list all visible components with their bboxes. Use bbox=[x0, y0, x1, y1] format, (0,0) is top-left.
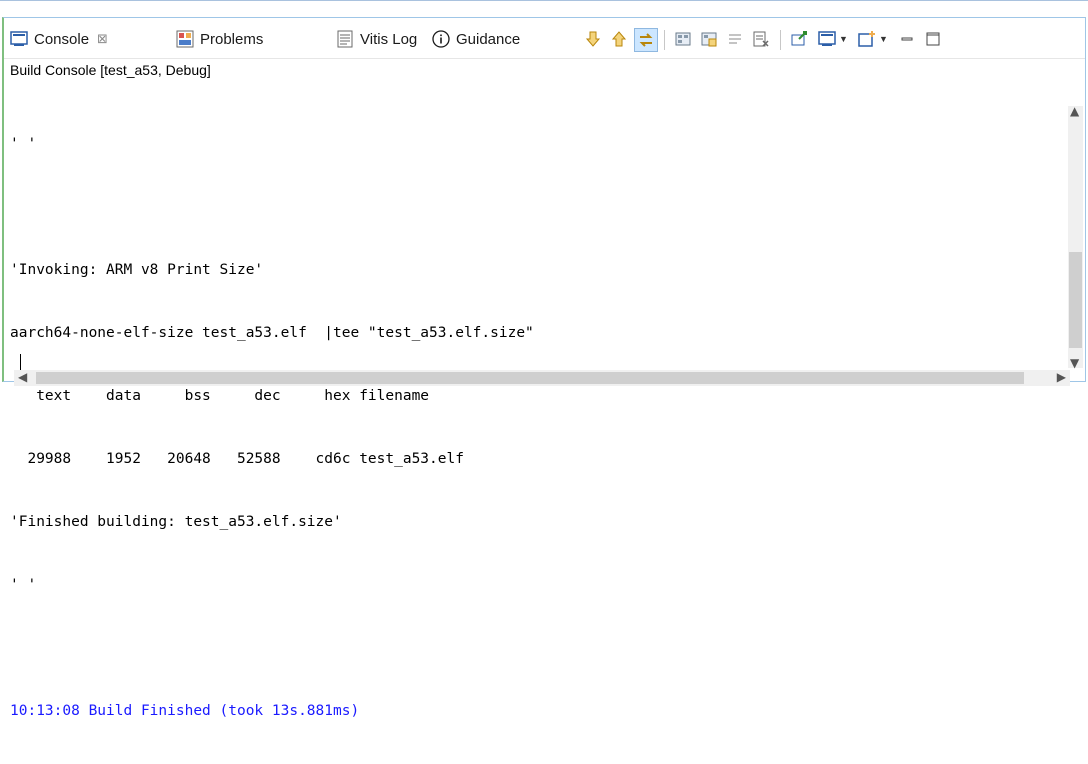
toolbar-separator bbox=[664, 30, 665, 50]
remove-icon[interactable] bbox=[750, 28, 772, 50]
eclipse-console-window: Console ⊠ Problems Vitis Log Guidance ▼ … bbox=[0, 0, 1088, 719]
tab-vitis-log-label: Vitis Log bbox=[360, 30, 418, 48]
maximize-icon[interactable] bbox=[922, 28, 944, 50]
scroll-down-arrow-icon[interactable]: ▼ bbox=[1070, 356, 1079, 370]
console-line: 'Finished building: test_a53.elf.size' bbox=[10, 514, 342, 530]
tab-guidance[interactable]: Guidance bbox=[432, 26, 520, 52]
tab-guidance-label: Guidance bbox=[456, 30, 521, 48]
problems-icon bbox=[176, 30, 194, 48]
console-view: Console ⊠ Problems Vitis Log Guidance ▼ … bbox=[2, 17, 1086, 719]
view-tab-bar: Console ⊠ Problems Vitis Log Guidance ▼ … bbox=[4, 18, 1085, 59]
console-line: text data bss dec hex filename bbox=[10, 388, 430, 404]
vertical-scrollbar[interactable]: ▲ ▼ bbox=[1068, 104, 1083, 370]
lock-icon[interactable] bbox=[698, 28, 720, 50]
chevron-down-icon: ▼ bbox=[879, 34, 888, 44]
minimize-icon[interactable] bbox=[896, 28, 918, 50]
tab-console[interactable]: Console ⊠ bbox=[10, 26, 108, 52]
new-console-icon[interactable]: ▼ bbox=[856, 28, 890, 50]
build-finished-line: 10:13:08 Build Finished (took 13s.881ms) bbox=[10, 703, 360, 719]
info-icon bbox=[432, 30, 450, 48]
tab-problems-label: Problems bbox=[200, 30, 264, 48]
toolbar-separator bbox=[780, 30, 781, 50]
tab-console-label: Console bbox=[34, 30, 90, 48]
link-icon[interactable] bbox=[634, 28, 658, 52]
console-line: 'Invoking: ARM v8 Print Size' bbox=[10, 262, 264, 278]
chevron-down-icon: ▼ bbox=[839, 34, 848, 44]
tab-vitis-log[interactable]: Vitis Log bbox=[336, 26, 417, 52]
scroll-up-icon[interactable] bbox=[608, 28, 630, 50]
console-output[interactable]: ' ' 'Invoking: ARM v8 Print Size' aarch6… bbox=[10, 92, 1050, 719]
horizontal-scroll-thumb[interactable] bbox=[36, 372, 1024, 384]
scroll-up-arrow-icon[interactable]: ▲ bbox=[1070, 104, 1079, 118]
close-icon[interactable]: ⊠ bbox=[97, 31, 108, 47]
console-line: aarch64-none-elf-size test_a53.elf |tee … bbox=[10, 325, 534, 341]
console-icon bbox=[10, 30, 28, 48]
pin-icon[interactable] bbox=[788, 28, 810, 50]
vertical-scroll-thumb[interactable] bbox=[1069, 252, 1082, 348]
clear-console-icon[interactable] bbox=[672, 28, 694, 50]
scroll-left-arrow-icon[interactable]: ◀ bbox=[18, 370, 27, 384]
word-wrap-icon[interactable] bbox=[724, 28, 746, 50]
scroll-right-arrow-icon[interactable]: ▶ bbox=[1057, 370, 1066, 384]
horizontal-scrollbar[interactable]: ◀ ▶ bbox=[14, 370, 1070, 386]
display-console-icon[interactable]: ▼ bbox=[816, 28, 850, 50]
console-line: ' ' bbox=[10, 577, 37, 593]
log-icon bbox=[336, 30, 354, 48]
console-title: Build Console [test_a53, Debug] bbox=[10, 62, 211, 78]
tab-problems[interactable]: Problems bbox=[176, 26, 263, 52]
scroll-down-icon[interactable] bbox=[582, 28, 604, 50]
console-line: ' ' bbox=[10, 136, 37, 152]
console-line: 29988 1952 20648 52588 cd6c test_a53.elf bbox=[10, 451, 464, 467]
